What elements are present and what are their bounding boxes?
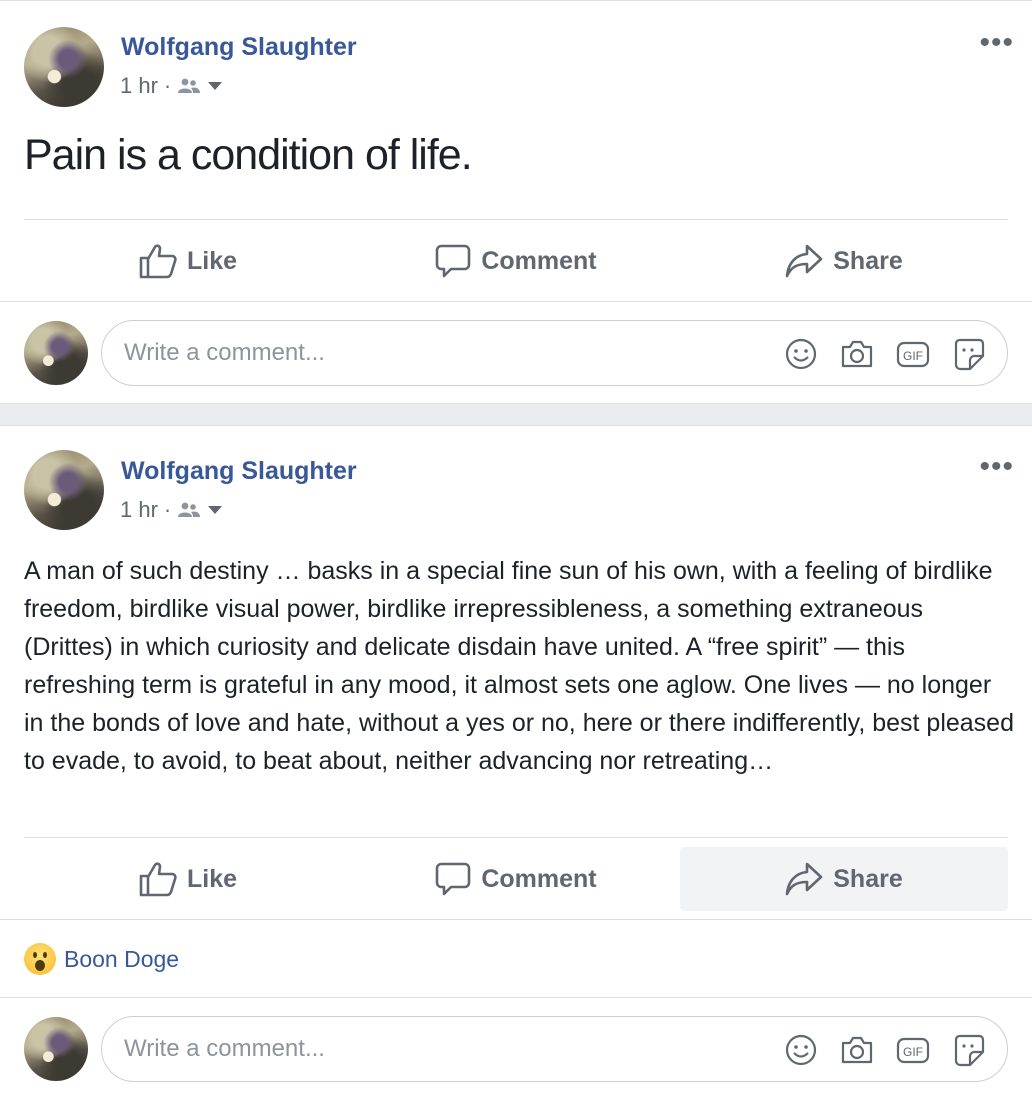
thumbs-up-icon [139,244,177,279]
wow-reaction-icon [24,943,56,975]
reactor-name[interactable]: Boon Doge [64,946,179,973]
comment-bubble-icon [436,244,471,278]
comment-composer: GIF [0,1016,1032,1082]
comment-box: GIF [101,1016,1008,1082]
post-actions: Like Comment Share [24,847,1008,911]
comment-label: Comment [481,246,597,275]
like-button[interactable]: Like [24,847,352,911]
audience-selector[interactable] [177,77,223,95]
comment-attachments: GIF [783,1032,987,1068]
gif-icon[interactable]: GIF [895,336,931,372]
meta-separator: · [163,73,172,98]
reactions-summary[interactable]: Boon Doge [24,943,179,975]
chevron-down-icon [208,82,223,90]
divider [24,219,1008,220]
like-label: Like [186,864,238,893]
author-name[interactable]: Wolfgang Slaughter [121,33,357,62]
comment-attachments: GIF [783,336,987,372]
friends-icon [178,502,201,517]
divider [0,997,1032,998]
user-avatar[interactable] [24,321,88,385]
thumbs-up-icon [139,862,177,897]
post-meta: 1 hr · [120,73,223,99]
post-text: Pain is a condition of life. [24,131,473,179]
friends-icon [178,78,201,93]
share-label: Share [833,864,903,893]
emoji-icon[interactable] [783,1032,819,1068]
user-avatar[interactable] [24,1017,88,1081]
share-button[interactable]: Share [680,847,1008,911]
comment-composer: GIF [0,320,1032,386]
author-name[interactable]: Wolfgang Slaughter [121,457,357,486]
share-button[interactable]: Share [680,229,1008,293]
divider [24,837,1008,838]
post-time[interactable]: 1 hr [120,73,158,99]
comment-input[interactable] [124,321,724,385]
svg-text:GIF: GIF [903,349,923,363]
divider [0,301,1032,302]
author-avatar[interactable] [24,27,104,107]
comment-input[interactable] [124,1017,724,1081]
divider [0,919,1032,920]
post-time[interactable]: 1 hr [120,497,158,523]
gif-icon[interactable]: GIF [895,1032,931,1068]
share-arrow-icon [785,862,823,896]
post-text: A man of such destiny … basks in a speci… [24,557,1014,775]
share-label: Share [833,246,903,275]
post-actions: Like Comment Share [24,229,1008,293]
emoji-icon[interactable] [783,336,819,372]
post-meta: 1 hr · [120,497,223,523]
more-options-icon[interactable]: ••• [979,28,1014,58]
sticker-icon[interactable] [951,1032,987,1068]
author-avatar[interactable] [24,450,104,530]
like-button[interactable]: Like [24,229,352,293]
post-card: Wolfgang Slaughter 1 hr · ••• Pain is a … [0,0,1032,404]
sticker-icon[interactable] [951,336,987,372]
comment-button[interactable]: Comment [352,229,680,293]
meta-separator: · [163,497,172,522]
comment-label: Comment [481,864,597,893]
comment-box: GIF [101,320,1008,386]
comment-button[interactable]: Comment [352,847,680,911]
camera-icon[interactable] [839,336,875,372]
more-options-icon[interactable]: ••• [979,452,1014,482]
share-arrow-icon [785,244,823,278]
camera-icon[interactable] [839,1032,875,1068]
post-card: Wolfgang Slaughter 1 hr · ••• A man of s… [0,425,1032,1098]
audience-selector[interactable] [177,501,223,519]
chevron-down-icon [208,506,223,514]
comment-bubble-icon [436,862,471,896]
svg-text:GIF: GIF [903,1045,923,1059]
like-label: Like [186,246,238,275]
